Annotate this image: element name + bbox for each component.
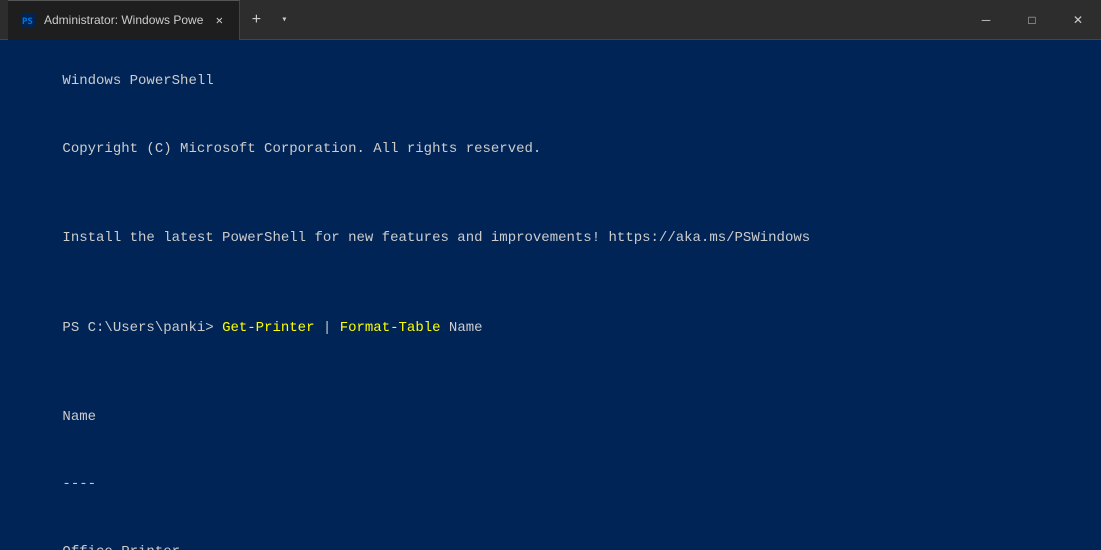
terminal-line-1: Windows PowerShell [12, 48, 1089, 115]
terminal-line-empty-2 [12, 361, 1089, 383]
terminal-line-3 [12, 182, 1089, 204]
active-tab[interactable]: PS Administrator: Windows Powe ✕ [8, 0, 240, 40]
terminal-output-header: Name [12, 384, 1089, 451]
terminal-line-4: Install the latest PowerShell for new fe… [12, 205, 1089, 272]
prompt-1: PS C:\Users\panki> [62, 320, 222, 336]
terminal-printer-1: Office Printer [12, 518, 1089, 550]
tab-close-button[interactable]: ✕ [211, 12, 227, 28]
terminal-body[interactable]: Windows PowerShell Copyright (C) Microso… [0, 40, 1101, 550]
titlebar: PS Administrator: Windows Powe ✕ + ▾ ─ □ [0, 0, 1101, 40]
terminal-command-line: PS C:\Users\panki> Get-Printer | Format-… [12, 294, 1089, 361]
tab-dropdown-button[interactable]: ▾ [272, 0, 296, 40]
new-tab-button[interactable]: + [240, 0, 272, 40]
cmd-format-table: Format-Table [340, 320, 441, 336]
close-button[interactable]: ✕ [1055, 0, 1101, 40]
cmd-pipe: | [314, 320, 339, 336]
terminal-line-5 [12, 272, 1089, 294]
window-controls: ─ □ ✕ [963, 0, 1101, 40]
terminal-line-2: Copyright (C) Microsoft Corporation. All… [12, 115, 1089, 182]
tab-title: Administrator: Windows Powe [44, 13, 203, 27]
svg-text:PS: PS [22, 17, 33, 27]
powershell-tab-icon: PS [20, 12, 36, 28]
cmd-get-printer: Get-Printer [222, 320, 314, 336]
powershell-window: PS Administrator: Windows Powe ✕ + ▾ ─ □ [0, 0, 1101, 550]
titlebar-left: PS Administrator: Windows Powe ✕ + ▾ [0, 0, 963, 40]
minimize-button[interactable]: ─ [963, 0, 1009, 40]
terminal-output-divider: ---- [12, 451, 1089, 518]
maximize-button[interactable]: □ [1009, 0, 1055, 40]
cmd-param-name: Name [441, 320, 483, 336]
